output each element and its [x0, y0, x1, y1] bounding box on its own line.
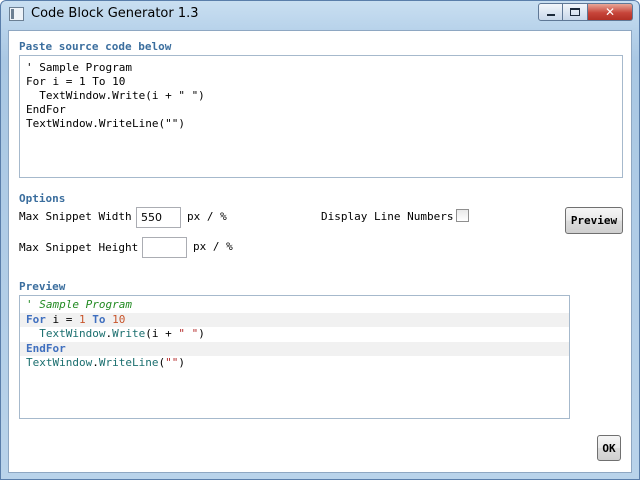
preview-code-line: TextWindow.WriteLine("") — [20, 356, 569, 371]
preview-code-line: EndFor — [20, 341, 569, 356]
code-token-plain: ) — [198, 327, 205, 340]
code-token-string: " " — [178, 327, 199, 340]
preview-code-line: TextWindow.Write(i + " ") — [20, 327, 569, 342]
maximize-icon — [570, 8, 580, 16]
code-token-keyword: To — [92, 312, 106, 326]
code-token-number: 10 — [112, 312, 126, 326]
code-token-keyword: For — [26, 312, 46, 326]
app-icon — [9, 7, 24, 21]
close-icon: ✕ — [604, 5, 616, 19]
source-section-label: Paste source code below — [19, 40, 172, 53]
code-token-plain: (i + — [145, 327, 179, 340]
code-token-number: 1 — [79, 312, 86, 326]
maximize-button[interactable] — [563, 3, 588, 21]
max-width-input[interactable]: 550 — [136, 207, 181, 228]
close-button[interactable]: ✕ — [588, 3, 633, 21]
preview-section-label: Preview — [19, 280, 66, 293]
code-token-ident: TextWindow — [26, 356, 93, 369]
minimize-button[interactable] — [538, 3, 563, 21]
options-section-label: Options — [19, 192, 66, 205]
code-token-plain: . — [92, 356, 99, 369]
code-token-ident: TextWindow — [39, 327, 106, 340]
code-token-comment: ' Sample Program — [26, 298, 132, 311]
code-token-ident: Write — [112, 327, 146, 340]
client-area: Paste source code below ' Sample Program… — [8, 30, 632, 473]
max-height-unit: px / % — [193, 240, 233, 253]
line-numbers-checkbox[interactable] — [456, 209, 469, 222]
max-width-unit: px / % — [187, 210, 227, 223]
app-window: Code Block Generator 1.3 ✕ Paste source … — [0, 0, 640, 480]
code-token-keyword: EndFor — [26, 341, 66, 355]
max-height-label: Max Snippet Height — [19, 241, 139, 254]
preview-code-line: For i = 1 To 10 — [20, 312, 569, 327]
code-token-string: "" — [165, 356, 179, 369]
preview-code-line: ' Sample Program — [20, 298, 569, 313]
max-width-label: Max Snippet Width — [19, 210, 132, 223]
code-token-plain: i = — [45, 312, 79, 326]
source-code-textarea[interactable]: ' Sample Program For i = 1 To 10 TextWin… — [19, 55, 623, 178]
code-preview[interactable]: ' Sample Program For i = 1 To 10 TextWind… — [19, 295, 570, 419]
window-title: Code Block Generator 1.3 — [31, 6, 199, 21]
max-height-input[interactable] — [142, 237, 187, 258]
code-token-plain: ) — [178, 356, 185, 369]
line-numbers-label: Display Line Numbers — [321, 210, 454, 223]
ok-button[interactable]: OK — [597, 435, 621, 461]
code-token-ident: WriteLine — [98, 356, 159, 369]
title-bar[interactable]: Code Block Generator 1.3 ✕ — [1, 1, 639, 29]
preview-button[interactable]: Preview — [565, 207, 623, 234]
minimize-icon — [546, 14, 555, 16]
